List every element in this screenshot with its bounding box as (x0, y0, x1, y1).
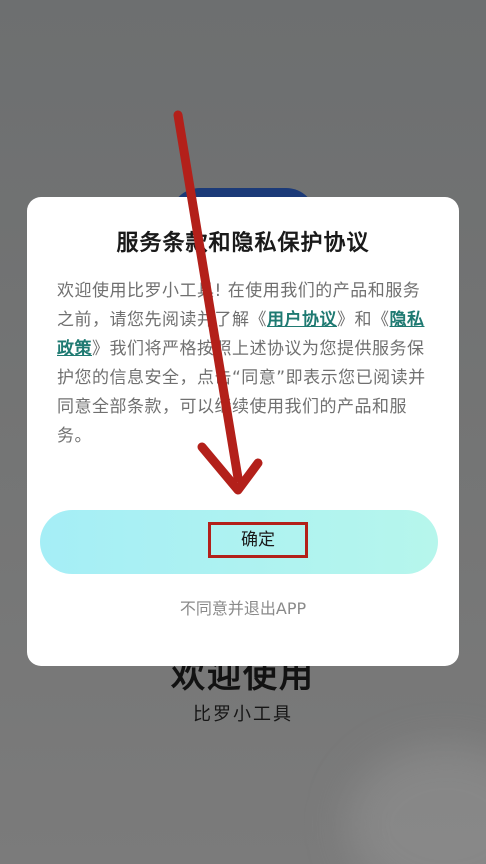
body-text-conjunction: 》和《 (337, 310, 390, 330)
user-agreement-link[interactable]: 用户协议 (267, 310, 337, 330)
body-text-rest: 》我们将严格按照上述协议为您提供服务保护您的信息安全，点击“同意”即表示您已阅读… (57, 339, 426, 446)
dialog-body: 欢迎使用比罗小工具! 在使用我们的产品和服务之前，请您先阅读并了解《用户协议》和… (57, 277, 431, 451)
confirm-button[interactable]: 确定 (40, 510, 438, 574)
terms-dialog: 服务条款和隐私保护协议 欢迎使用比罗小工具! 在使用我们的产品和服务之前，请您先… (27, 197, 459, 666)
confirm-button-label: 确定 (208, 522, 308, 558)
dialog-title: 服务条款和隐私保护协议 (116, 231, 370, 256)
background-glow (346, 744, 486, 864)
screen: 欢迎使用 比罗小工具 服务条款和隐私保护协议 欢迎使用比罗小工具! 在使用我们的… (0, 0, 486, 864)
app-name-subtitle: 比罗小工具 (193, 704, 293, 725)
decline-exit-link[interactable]: 不同意并退出APP (27, 595, 459, 619)
